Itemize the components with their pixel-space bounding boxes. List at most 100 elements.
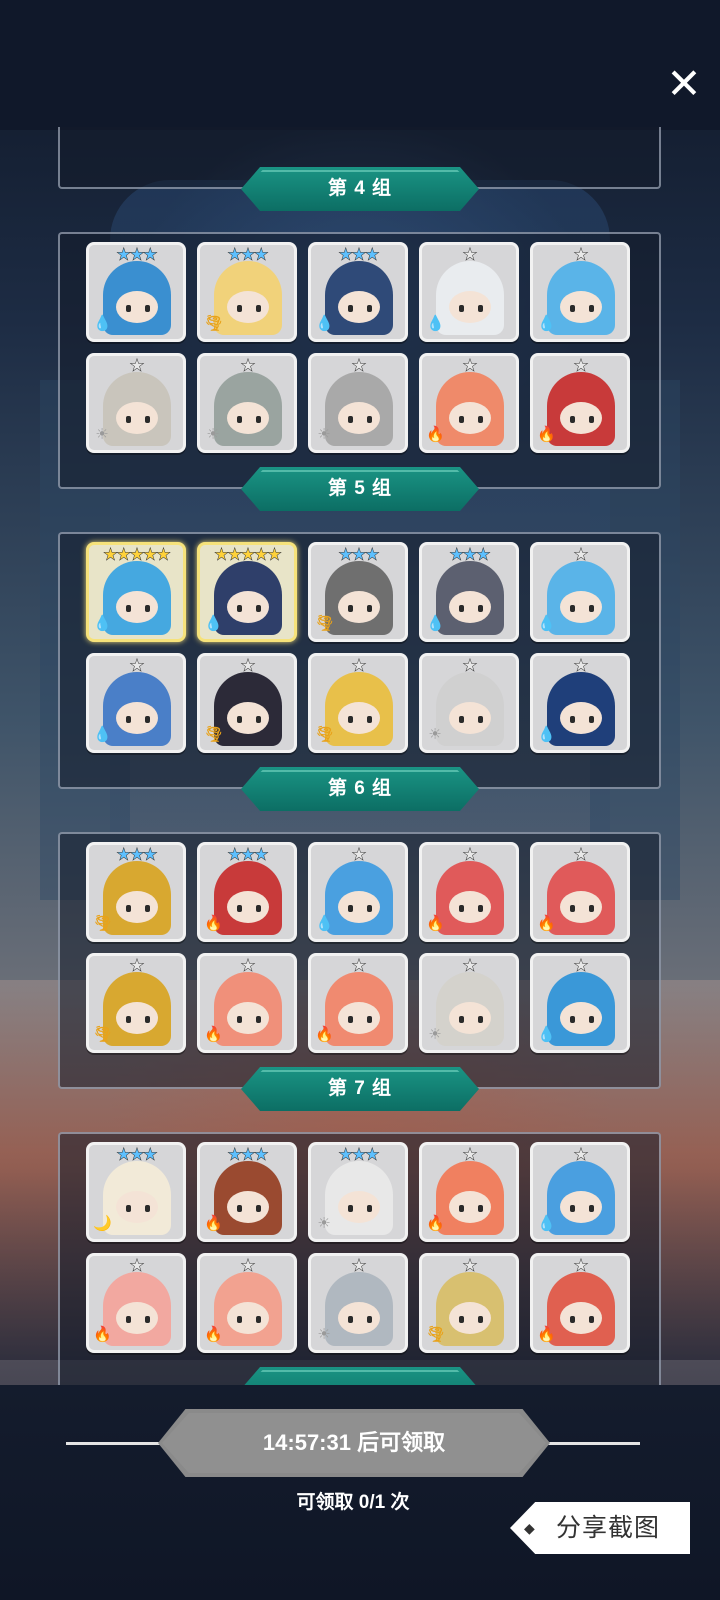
- share-screenshot-button[interactable]: ◆ 分享截图: [510, 1502, 690, 1554]
- star-rating: ★: [462, 656, 478, 675]
- hero-face: [449, 1191, 491, 1223]
- hero-card[interactable]: ★★★ 💧: [308, 242, 408, 342]
- share-screenshot-label: 分享截图: [556, 1514, 661, 1542]
- hero-eye: [367, 605, 372, 612]
- hero-eye: [570, 605, 575, 612]
- hero-card[interactable]: ★★★★★ 💧: [86, 542, 186, 642]
- star-rating: ★: [351, 845, 367, 864]
- hero-card[interactable]: ★ ☀: [419, 653, 519, 753]
- hero-card[interactable]: ★★★ 💧: [419, 542, 519, 642]
- hero-face: [338, 891, 380, 923]
- hero-eye: [367, 905, 372, 912]
- fire-element-icon: 🔥: [537, 1326, 556, 1343]
- hero-card[interactable]: ★★★ 🌙: [86, 1142, 186, 1242]
- hero-eye: [459, 305, 464, 312]
- hero-card[interactable]: ★ 🌪: [419, 1253, 519, 1353]
- star-rating: ★★★: [116, 845, 158, 864]
- water-element-icon: 💧: [315, 915, 334, 932]
- hero-face: [449, 702, 491, 734]
- close-icon[interactable]: ✕: [664, 63, 704, 105]
- hero-card[interactable]: ★ 🔥: [308, 953, 408, 1053]
- star-rating: ★: [573, 245, 589, 264]
- hero-card[interactable]: ★ 🌪: [86, 953, 186, 1053]
- hero-face: [449, 1002, 491, 1034]
- hero-eye: [348, 905, 353, 912]
- hero-card[interactable]: ★ 🔥: [419, 353, 519, 453]
- hero-eye: [237, 1205, 242, 1212]
- hero-face: [449, 1302, 491, 1334]
- hero-card[interactable]: ★★★ 🔥: [197, 1142, 297, 1242]
- hero-card[interactable]: ★ 💧: [308, 842, 408, 942]
- group-title: 第 4 组: [327, 178, 393, 199]
- water-element-icon: 💧: [93, 615, 112, 632]
- hero-eye: [589, 1205, 594, 1212]
- claim-timer-button[interactable]: 14:57:31 后可领取: [158, 1409, 550, 1477]
- group-title: 第 6 组: [327, 778, 393, 799]
- group-title: 第 7 组: [327, 1078, 393, 1099]
- hero-card[interactable]: ★ ☀: [86, 353, 186, 453]
- star-rating: ★: [573, 656, 589, 675]
- hero-card[interactable]: ★★★ ☀: [308, 1142, 408, 1242]
- hero-eye: [589, 1016, 594, 1023]
- hero-card[interactable]: ★ 🔥: [197, 1253, 297, 1353]
- hero-group-list[interactable]: ★★★💧★☀★★★🌪★💧★🔥第 4 组★★★💧★★★🌪★★★💧★💧★💧★☀★☀★…: [0, 127, 720, 1385]
- hero-card[interactable]: ★ 🌪: [308, 653, 408, 753]
- star-rating: ★: [129, 356, 145, 375]
- water-element-icon: 💧: [426, 315, 445, 332]
- hero-card[interactable]: ★★★ 💧: [86, 242, 186, 342]
- light-element-icon: ☀: [317, 1326, 331, 1343]
- hero-card[interactable]: ★ 🔥: [419, 842, 519, 942]
- fire-element-icon: 🔥: [204, 915, 223, 932]
- hero-eye: [126, 716, 131, 723]
- star-rating: ★: [240, 1256, 256, 1275]
- wind-element-icon: 🌪: [93, 1026, 113, 1043]
- fire-element-icon: 🔥: [204, 1326, 223, 1343]
- hero-eye: [237, 905, 242, 912]
- hero-card[interactable]: ★ 💧: [86, 653, 186, 753]
- hero-card[interactable]: ★ ☀: [308, 1253, 408, 1353]
- hero-card[interactable]: ★ 💧: [530, 953, 630, 1053]
- group-title-banner: 第 7 组: [241, 1067, 479, 1111]
- hero-card[interactable]: ★★★ 🌪: [197, 242, 297, 342]
- hero-face: [116, 1302, 158, 1334]
- star-rating: ★★★: [116, 245, 158, 264]
- wind-element-icon: 🌪: [204, 726, 224, 743]
- hero-card[interactable]: ★ 🔥: [530, 353, 630, 453]
- hero-card[interactable]: ★★★ 🔥: [197, 842, 297, 942]
- hero-face: [560, 291, 602, 323]
- hero-face: [449, 402, 491, 434]
- hero-eye: [367, 1205, 372, 1212]
- hero-face: [116, 291, 158, 323]
- hero-face: [449, 291, 491, 323]
- hero-card[interactable]: ★★★ 🌪: [86, 842, 186, 942]
- hero-card[interactable]: ★★★ 🌪: [308, 542, 408, 642]
- hero-eye: [478, 1205, 483, 1212]
- hero-card[interactable]: ★ 💧: [530, 1142, 630, 1242]
- hero-card[interactable]: ★ 🌪: [197, 653, 297, 753]
- hero-card[interactable]: ★ 🔥: [419, 1142, 519, 1242]
- star-rating: ★: [129, 656, 145, 675]
- hero-card[interactable]: ★ 🔥: [530, 842, 630, 942]
- hero-card[interactable]: ★ 💧: [419, 242, 519, 342]
- hero-face: [560, 402, 602, 434]
- star-rating: ★★★: [449, 545, 491, 564]
- hero-card[interactable]: ★ 💧: [530, 653, 630, 753]
- water-element-icon: 💧: [93, 726, 112, 743]
- hero-card[interactable]: ★ ☀: [419, 953, 519, 1053]
- hero-card[interactable]: ★ 🔥: [530, 1253, 630, 1353]
- hero-card[interactable]: ★★★★★ 💧: [197, 542, 297, 642]
- fire-element-icon: 🔥: [426, 426, 445, 443]
- hero-eye: [459, 716, 464, 723]
- hero-card[interactable]: ★ ☀: [308, 353, 408, 453]
- hero-card[interactable]: ★ 🔥: [197, 953, 297, 1053]
- hero-eye: [145, 716, 150, 723]
- hero-card[interactable]: ★ 🔥: [86, 1253, 186, 1353]
- hero-eye: [478, 1016, 483, 1023]
- hero-card[interactable]: ★ 💧: [530, 542, 630, 642]
- hero-card[interactable]: ★ 💧: [530, 242, 630, 342]
- hero-eye: [589, 716, 594, 723]
- light-element-icon: ☀: [317, 426, 331, 443]
- hero-card[interactable]: ★ ☀: [197, 353, 297, 453]
- hero-eye: [348, 1205, 353, 1212]
- hero-eye: [478, 416, 483, 423]
